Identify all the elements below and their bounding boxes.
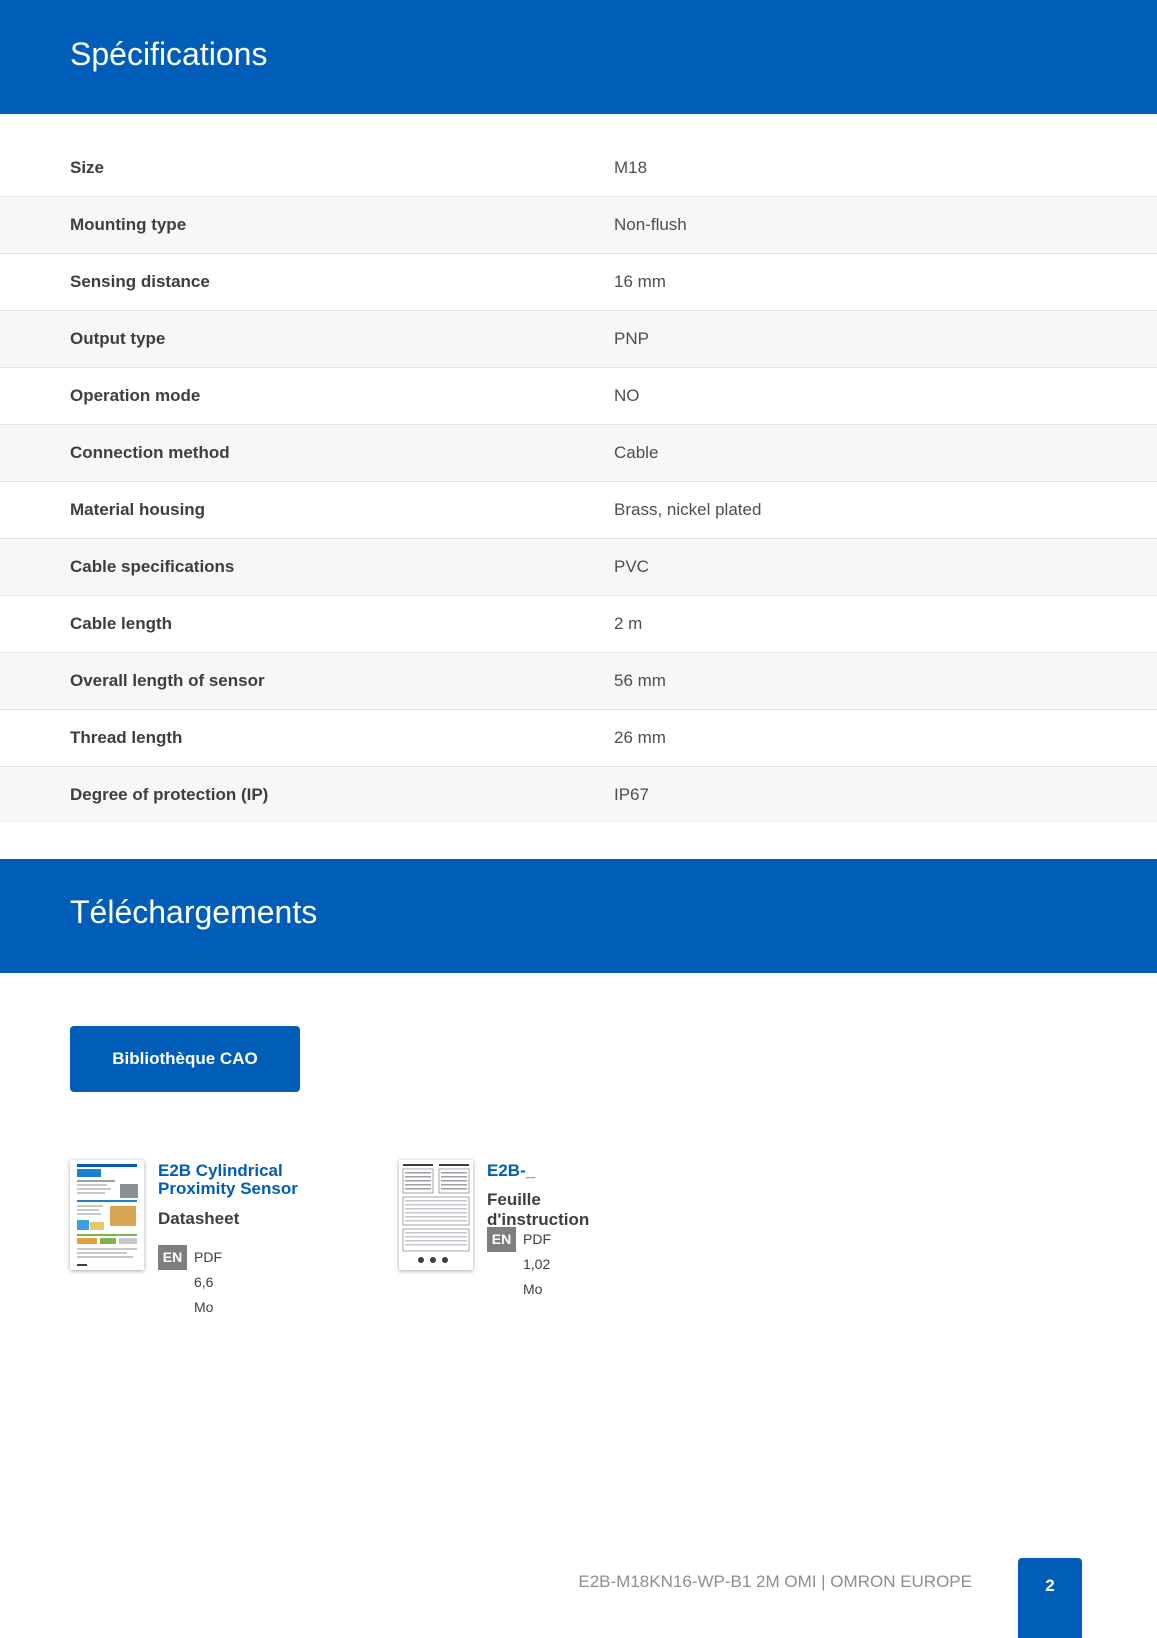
spec-row: Operation mode NO xyxy=(0,368,1157,425)
spec-value: 2 m xyxy=(614,614,643,633)
datasheet-thumbnail[interactable] xyxy=(70,1160,144,1270)
file-info: PDF 6,6 Mo xyxy=(194,1249,222,1315)
spec-label: Material housing xyxy=(70,500,206,519)
spec-label: Operation mode xyxy=(70,386,201,405)
spec-row: Thread length 26 mm xyxy=(0,710,1157,767)
spec-label: Mounting type xyxy=(70,215,187,234)
specifications-heading: Spécifications xyxy=(70,36,268,72)
spec-label: Cable length xyxy=(70,614,173,633)
spec-value: M18 xyxy=(614,158,648,177)
spec-value: Brass, nickel plated xyxy=(614,500,762,519)
spec-value: 26 mm xyxy=(614,728,666,747)
instruction-sheet-thumbnail[interactable] xyxy=(399,1160,473,1270)
spec-row: Cable specifications PVC xyxy=(0,539,1157,596)
language-badge: EN xyxy=(487,1227,516,1252)
datasheet-title-link[interactable]: E2B Cylindrical Proximity Sensor xyxy=(158,1162,328,1198)
file-info: PDF 1,02 Mo xyxy=(523,1231,551,1297)
spec-label: Sensing distance xyxy=(70,272,210,291)
spec-value: NO xyxy=(614,386,640,405)
spec-row: Sensing distance 16 mm xyxy=(0,254,1157,311)
spec-value: PVC xyxy=(614,557,649,576)
document-preview-icon xyxy=(399,1160,473,1270)
specifications-header: Spécifications xyxy=(0,0,1157,114)
spec-row: Material housing Brass, nickel plated xyxy=(0,482,1157,539)
page: Spécifications Size M18 Mounting type No… xyxy=(0,0,1157,1638)
page-number-badge: 2 xyxy=(1018,1558,1082,1638)
cad-library-button[interactable]: Bibliothèque CAO xyxy=(70,1026,300,1092)
downloads-heading: Téléchargements xyxy=(70,894,318,930)
spec-value: 56 mm xyxy=(614,671,666,690)
document-preview-icon xyxy=(70,1160,144,1270)
spec-row: Degree of protection (IP) IP67 xyxy=(0,767,1157,823)
datasheet-type-label: Datasheet xyxy=(158,1209,240,1228)
language-badge: EN xyxy=(158,1245,187,1270)
specifications-table: Size M18 Mounting type Non-flush Sensing… xyxy=(0,140,1157,823)
spec-label: Thread length xyxy=(70,728,183,747)
spec-value: Non-flush xyxy=(614,215,687,234)
spec-label: Connection method xyxy=(70,443,230,462)
instruction-sheet-title-link[interactable]: E2B-_ xyxy=(487,1162,657,1180)
spec-value: PNP xyxy=(614,329,649,348)
spec-label: Output type xyxy=(70,329,166,348)
spec-row: Overall length of sensor 56 mm xyxy=(0,653,1157,710)
spec-value: 16 mm xyxy=(614,272,666,291)
spec-row: Cable length 2 m xyxy=(0,596,1157,653)
spec-row: Mounting type Non-flush xyxy=(0,197,1157,254)
footer-product-label: E2B-M18KN16-WP-B1 2M OMI | OMRON EUROPE xyxy=(578,1572,972,1591)
spec-label: Cable specifications xyxy=(70,557,235,576)
spec-value: IP67 xyxy=(614,785,649,804)
downloads-header: Téléchargements xyxy=(0,859,1157,973)
spec-row: Connection method Cable xyxy=(0,425,1157,482)
spec-label: Size xyxy=(70,158,105,177)
spec-value: Cable xyxy=(614,443,659,462)
spec-label: Overall length of sensor xyxy=(70,671,265,690)
spec-row: Output type PNP xyxy=(0,311,1157,368)
instruction-sheet-type-label: Feuille d'instruction xyxy=(487,1190,590,1229)
spec-label: Degree of protection (IP) xyxy=(70,785,269,804)
spec-row: Size M18 xyxy=(0,140,1157,197)
